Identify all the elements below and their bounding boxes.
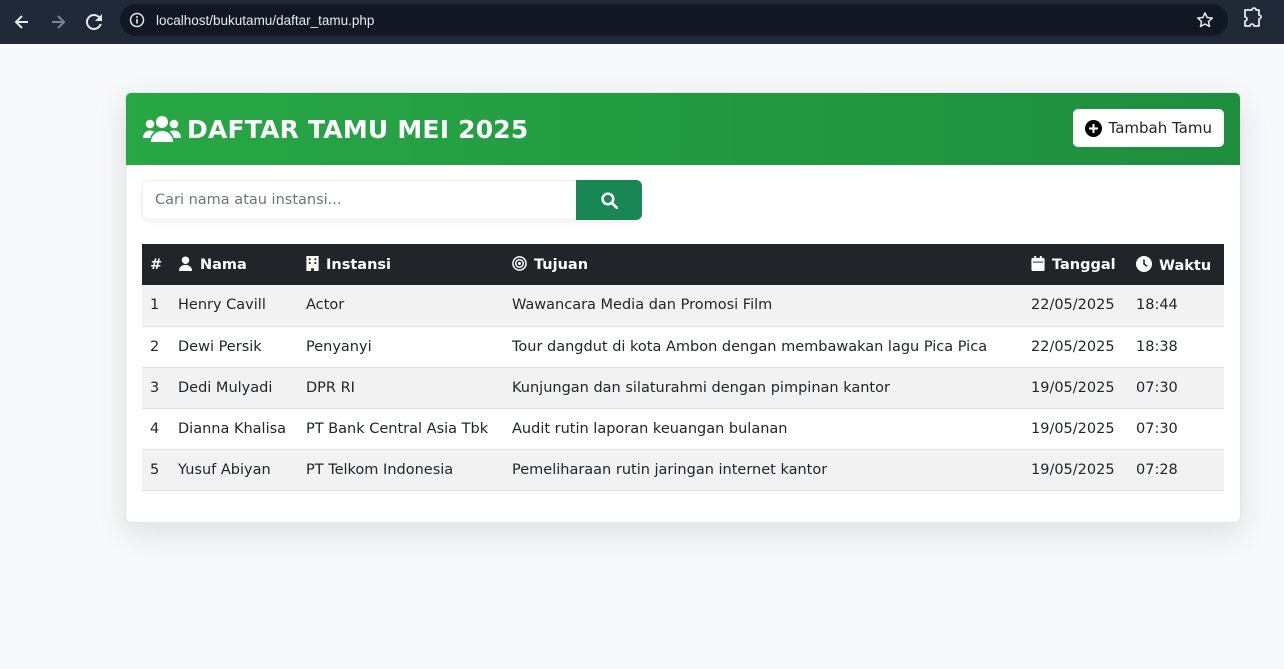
add-guest-button[interactable]: Tambah Tamu <box>1072 109 1224 147</box>
bookmark-star-icon[interactable] <box>1196 11 1214 33</box>
target-icon <box>512 256 527 271</box>
browser-toolbar: localhost/bukutamu/daftar_tamu.php <box>0 0 1284 44</box>
extensions-icon[interactable] <box>1240 6 1264 36</box>
cell-waktu: 07:30 <box>1136 420 1178 437</box>
user-icon <box>178 256 193 271</box>
cell-tujuan: Pemeliharaan rutin jaringan internet kan… <box>512 461 828 478</box>
table-row: 3 Dedi Mulyadi DPR RI Kunjungan dan sila… <box>142 367 1224 408</box>
page-title-group: DAFTAR TAMU MEI 2025 <box>143 114 528 144</box>
cell-nama: Yusuf Abiyan <box>178 461 271 478</box>
cell-number: 3 <box>150 379 160 396</box>
cell-waktu: 18:38 <box>1136 338 1178 355</box>
cell-instansi: Actor <box>306 297 345 314</box>
table-header-row: # Nama Instansi Tujuan Tanggal Waktu <box>142 244 1224 285</box>
cell-waktu: 07:28 <box>1136 461 1178 478</box>
cell-tanggal: 19/05/2025 <box>1031 420 1115 437</box>
site-info-icon[interactable] <box>128 11 146 29</box>
cell-nama: Dedi Mulyadi <box>178 379 273 396</box>
cell-number: 4 <box>150 420 160 437</box>
cell-tujuan: Kunjungan dan silaturahmi dengan pimpina… <box>512 379 890 396</box>
add-guest-label: Tambah Tamu <box>1108 119 1212 137</box>
table-row: 5 Yusuf Abiyan PT Telkom Indonesia Pemel… <box>142 449 1224 490</box>
cell-tanggal: 19/05/2025 <box>1031 461 1115 478</box>
cell-tujuan: Audit rutin laporan keuangan bulanan <box>512 420 788 437</box>
search-input[interactable] <box>142 180 576 220</box>
cell-instansi: PT Telkom Indonesia <box>306 461 454 478</box>
cell-number: 1 <box>150 297 160 314</box>
column-header-number: # <box>150 256 163 273</box>
reload-icon[interactable] <box>76 4 112 40</box>
back-arrow-icon[interactable] <box>4 4 40 40</box>
cell-instansi: Penyanyi <box>306 338 372 355</box>
cell-nama: Henry Cavill <box>178 297 266 314</box>
column-header-waktu: Waktu <box>1128 244 1224 285</box>
users-icon <box>143 114 181 144</box>
cell-nama: Dewi Persik <box>178 338 262 355</box>
guest-table: # Nama Instansi Tujuan Tanggal Waktu 1 H… <box>142 244 1224 491</box>
building-icon <box>306 256 319 271</box>
table-row: 4 Dianna Khalisa PT Bank Central Asia Tb… <box>142 408 1224 449</box>
search-icon <box>600 191 618 209</box>
cell-instansi: DPR RI <box>306 379 355 396</box>
column-header-nama: Nama <box>170 244 298 285</box>
cell-tanggal: 22/05/2025 <box>1031 338 1115 355</box>
cell-tanggal: 19/05/2025 <box>1031 379 1115 396</box>
card-header: DAFTAR TAMU MEI 2025 Tambah Tamu <box>126 93 1240 165</box>
cell-number: 2 <box>150 338 160 355</box>
column-header-tujuan: Tujuan <box>504 244 1023 285</box>
calendar-icon <box>1031 256 1045 271</box>
address-bar[interactable]: localhost/bukutamu/daftar_tamu.php <box>120 4 1228 36</box>
cell-instansi: PT Bank Central Asia Tbk <box>306 420 489 437</box>
cell-number: 5 <box>150 461 160 478</box>
cell-tujuan: Wawancara Media dan Promosi Film <box>512 297 773 314</box>
column-header-tanggal: Tanggal <box>1023 244 1128 285</box>
cell-tanggal: 22/05/2025 <box>1031 297 1115 314</box>
clock-icon <box>1136 255 1152 272</box>
table-row: 1 Henry Cavill Actor Wawancara Media dan… <box>142 285 1224 326</box>
column-header-instansi: Instansi <box>298 244 504 285</box>
address-url[interactable]: localhost/bukutamu/daftar_tamu.php <box>156 13 374 28</box>
cell-waktu: 18:44 <box>1136 297 1178 314</box>
page-title: DAFTAR TAMU MEI 2025 <box>187 114 529 144</box>
plus-circle-icon <box>1084 119 1102 137</box>
search-bar <box>142 180 642 220</box>
cell-waktu: 07:30 <box>1136 379 1178 396</box>
guest-list-card: DAFTAR TAMU MEI 2025 Tambah Tamu # Nama … <box>125 92 1241 523</box>
search-button[interactable] <box>576 180 642 220</box>
cell-nama: Dianna Khalisa <box>178 420 287 437</box>
table-row: 2 Dewi Persik Penyanyi Tour dangdut di k… <box>142 326 1224 367</box>
cell-tujuan: Tour dangdut di kota Ambon dengan membaw… <box>512 338 988 355</box>
forward-arrow-icon[interactable] <box>40 4 76 40</box>
